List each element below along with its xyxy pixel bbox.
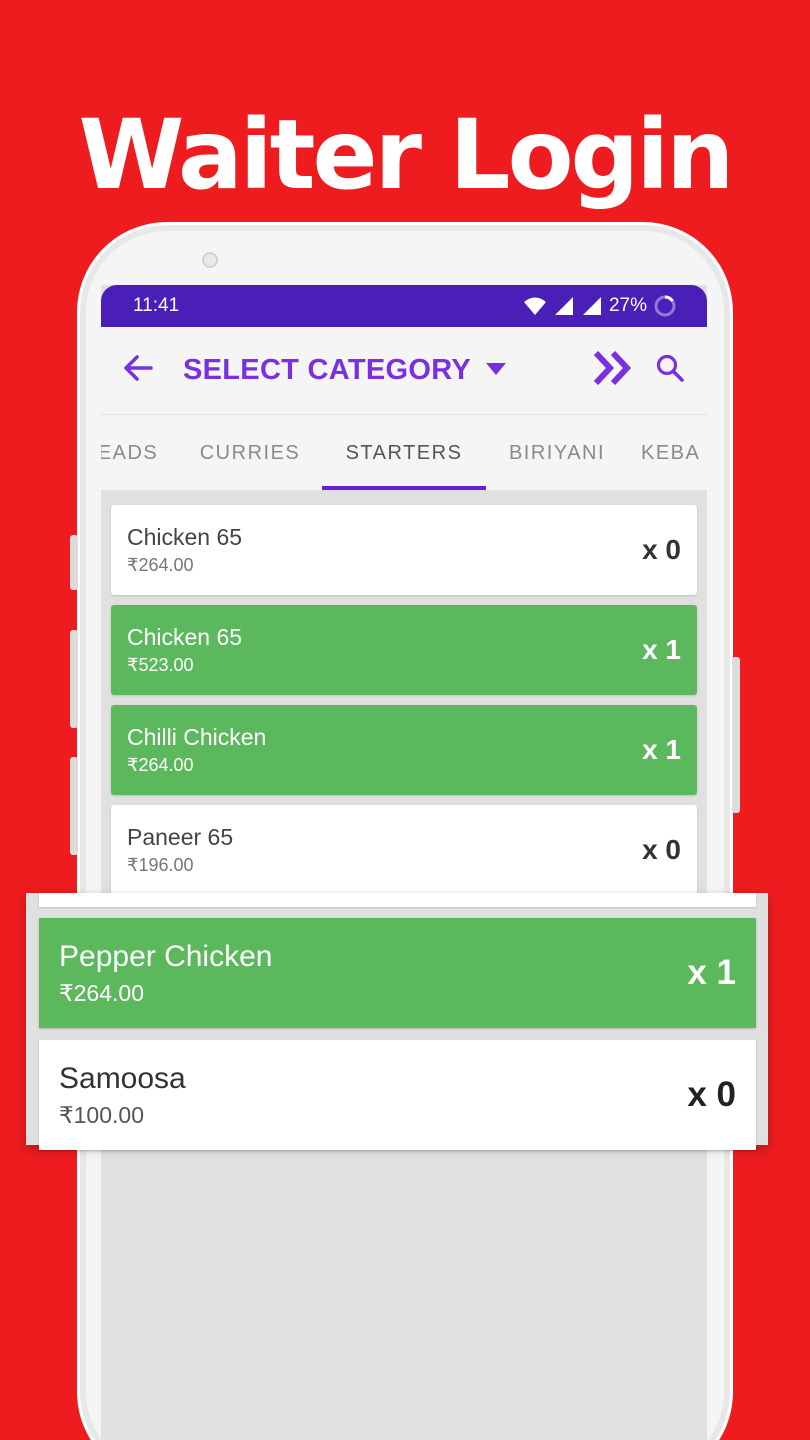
item-quantity: x 1 [642, 734, 681, 765]
list-item[interactable]: Paneer 65 ₹196.00 x 0 [111, 805, 697, 895]
tab-indicator [322, 486, 486, 490]
phone-side-button [70, 757, 78, 855]
chevron-down-icon[interactable] [485, 360, 507, 381]
app-bar: SELECT CATEGORY [101, 327, 707, 415]
battery-percent: 27% [608, 295, 647, 316]
item-price: ₹523.00 [127, 655, 194, 675]
list-item[interactable]: Chilli Chicken ₹264.00 x 1 [111, 705, 697, 795]
tab-biriyani[interactable]: BIRIYANI [497, 415, 617, 490]
headline: Waiter Login [78, 99, 734, 211]
item-price: ₹264.00 [127, 555, 194, 575]
item-list: Chicken 65 ₹264.00 x 0 Chicken 65 ₹523.0… [101, 491, 707, 895]
phone-side-button [70, 535, 78, 590]
status-time: 11:41 [133, 295, 180, 316]
phone-screen: 11:41 27% SELECT CATEGORY EADS CURRIES S… [101, 285, 707, 1440]
list-item[interactable]: Chicken 65 ₹523.00 x 1 [111, 605, 697, 695]
phone-power-button [732, 657, 740, 813]
item-price: ₹196.00 [127, 855, 194, 875]
item-name: Paneer 65 [127, 824, 234, 850]
search-icon [656, 354, 684, 382]
tab-curries[interactable]: CURRIES [189, 415, 311, 490]
list-item[interactable]: Chicken 65 ₹264.00 x 0 [111, 505, 697, 595]
item-name: Pepper Chicken [59, 939, 273, 973]
item-name: Chilli Chicken [127, 724, 267, 750]
list-item[interactable]: Pepper Chicken ₹264.00 x 1 [39, 918, 756, 1028]
item-quantity: x 0 [687, 1075, 736, 1114]
item-name: Chicken 65 [127, 524, 243, 550]
item-quantity: x 0 [642, 834, 681, 865]
item-name: Chicken 65 [127, 624, 243, 650]
fast-forward-button[interactable] [593, 350, 633, 391]
item-name: Samoosa [59, 1061, 186, 1095]
front-camera [202, 252, 218, 268]
item-price: ₹100.00 [59, 1101, 144, 1128]
status-bar: 11:41 27% [101, 285, 707, 327]
category-title[interactable]: SELECT CATEGORY [183, 354, 471, 387]
item-price: ₹264.00 [59, 979, 144, 1006]
phone-side-button [70, 630, 78, 728]
tab-kebab[interactable]: KEBA [641, 415, 707, 490]
category-tabs: EADS CURRIES STARTERS BIRIYANI KEBA [101, 415, 707, 491]
signal-icon [582, 297, 601, 315]
double-chevron-right-icon [593, 350, 632, 386]
item-quantity: x 1 [687, 953, 736, 992]
item-price: ₹264.00 [127, 755, 194, 775]
item-quantity: x 0 [642, 534, 681, 565]
battery-icon [654, 295, 676, 317]
tab-breads[interactable]: EADS [101, 415, 159, 490]
zoomed-list-panel: Pepper Chicken ₹264.00 x 1 Samoosa ₹100.… [26, 893, 768, 1150]
signal-icon [554, 297, 573, 315]
arrow-left-icon [124, 354, 153, 381]
tab-starters[interactable]: STARTERS [322, 415, 486, 490]
search-button[interactable] [655, 353, 685, 388]
wifi-icon [523, 297, 546, 315]
back-button[interactable] [123, 354, 183, 388]
list-item-edge [39, 893, 756, 907]
item-quantity: x 1 [642, 634, 681, 665]
list-item[interactable]: Samoosa ₹100.00 x 0 [39, 1040, 756, 1150]
